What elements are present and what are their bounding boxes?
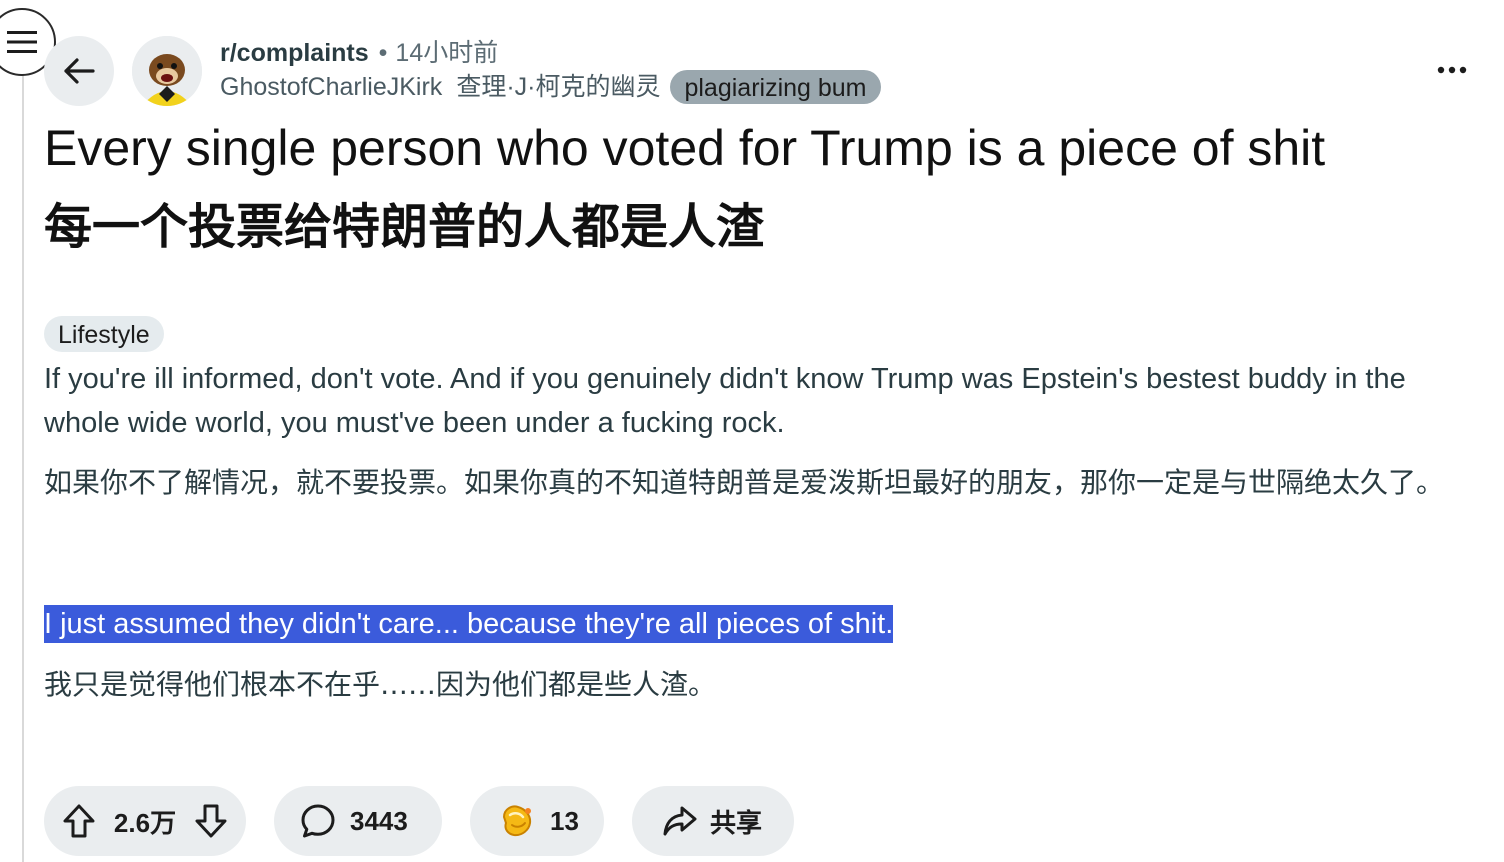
- back-button[interactable]: [44, 36, 114, 106]
- speech-bubble-icon: [300, 803, 336, 839]
- author-username[interactable]: GhostofCharlieJKirk: [220, 70, 442, 104]
- comments-button[interactable]: 3443: [274, 786, 442, 856]
- post-meta: r/complaints • 14小时前 GhostofCharlieJKirk 查…: [220, 36, 881, 104]
- vote-control: 2.6万: [44, 786, 246, 856]
- post-title-translation: 每一个投票给特朗普的人都是人渣: [44, 199, 765, 255]
- meta-separator: •: [378, 39, 388, 67]
- share-arrow-icon: [662, 805, 698, 837]
- action-bar: 2.6万 3443 13 共享: [44, 786, 794, 856]
- post-body-paragraph-translation: 我只是觉得他们根本不在乎……因为他们都是些人渣。: [44, 668, 717, 701]
- post-body-paragraph: If you're ill informed, don't vote. And …: [44, 363, 1406, 439]
- more-options-button[interactable]: [1430, 52, 1474, 88]
- award-count: 13: [550, 805, 579, 836]
- hamburger-menu-icon: [7, 31, 37, 53]
- left-rail-divider: [22, 60, 24, 862]
- post-body-paragraph-translation: 如果你不了解情况，就不要投票。如果你真的不知道特朗普是爱泼斯坦最好的朋友，那你一…: [44, 466, 1445, 499]
- award-icon: [498, 803, 536, 839]
- user-flair-badge: plagiarizing bum: [670, 70, 881, 104]
- post-time: 14小时前: [395, 39, 499, 67]
- post-title: Every single person who voted for Trump …: [44, 120, 1326, 176]
- ellipsis-icon: [1437, 66, 1467, 74]
- post-body-selected-paragraph: I just assumed they didn't care... becau…: [44, 602, 1474, 646]
- avatar-image: [132, 36, 202, 106]
- arrow-up-icon: [63, 804, 95, 838]
- downvote-button[interactable]: [194, 803, 228, 839]
- user-avatar[interactable]: [132, 36, 202, 106]
- meta-row-author: GhostofCharlieJKirk 查理·J·柯克的幽灵 plagiariz…: [220, 70, 881, 104]
- share-label: 共享: [710, 807, 763, 838]
- upvote-button[interactable]: [62, 803, 96, 839]
- arrow-down-icon: [195, 804, 227, 838]
- post-page: r/complaints • 14小时前 GhostofCharlieJKirk 查…: [0, 0, 1504, 862]
- arrow-left-icon: [64, 58, 95, 84]
- comment-count: 3443: [350, 805, 408, 836]
- award-button[interactable]: 13: [470, 786, 604, 856]
- subreddit-link[interactable]: r/complaints: [220, 39, 369, 67]
- selected-text[interactable]: I just assumed they didn't care... becau…: [44, 605, 894, 643]
- share-button[interactable]: 共享: [632, 786, 794, 856]
- vote-count: 2.6万: [113, 807, 177, 838]
- author-username-translation: 查理·J·柯克的幽灵: [456, 73, 661, 101]
- meta-row-subreddit: r/complaints • 14小时前: [220, 36, 881, 70]
- post-flair-badge[interactable]: Lifestyle: [44, 316, 164, 352]
